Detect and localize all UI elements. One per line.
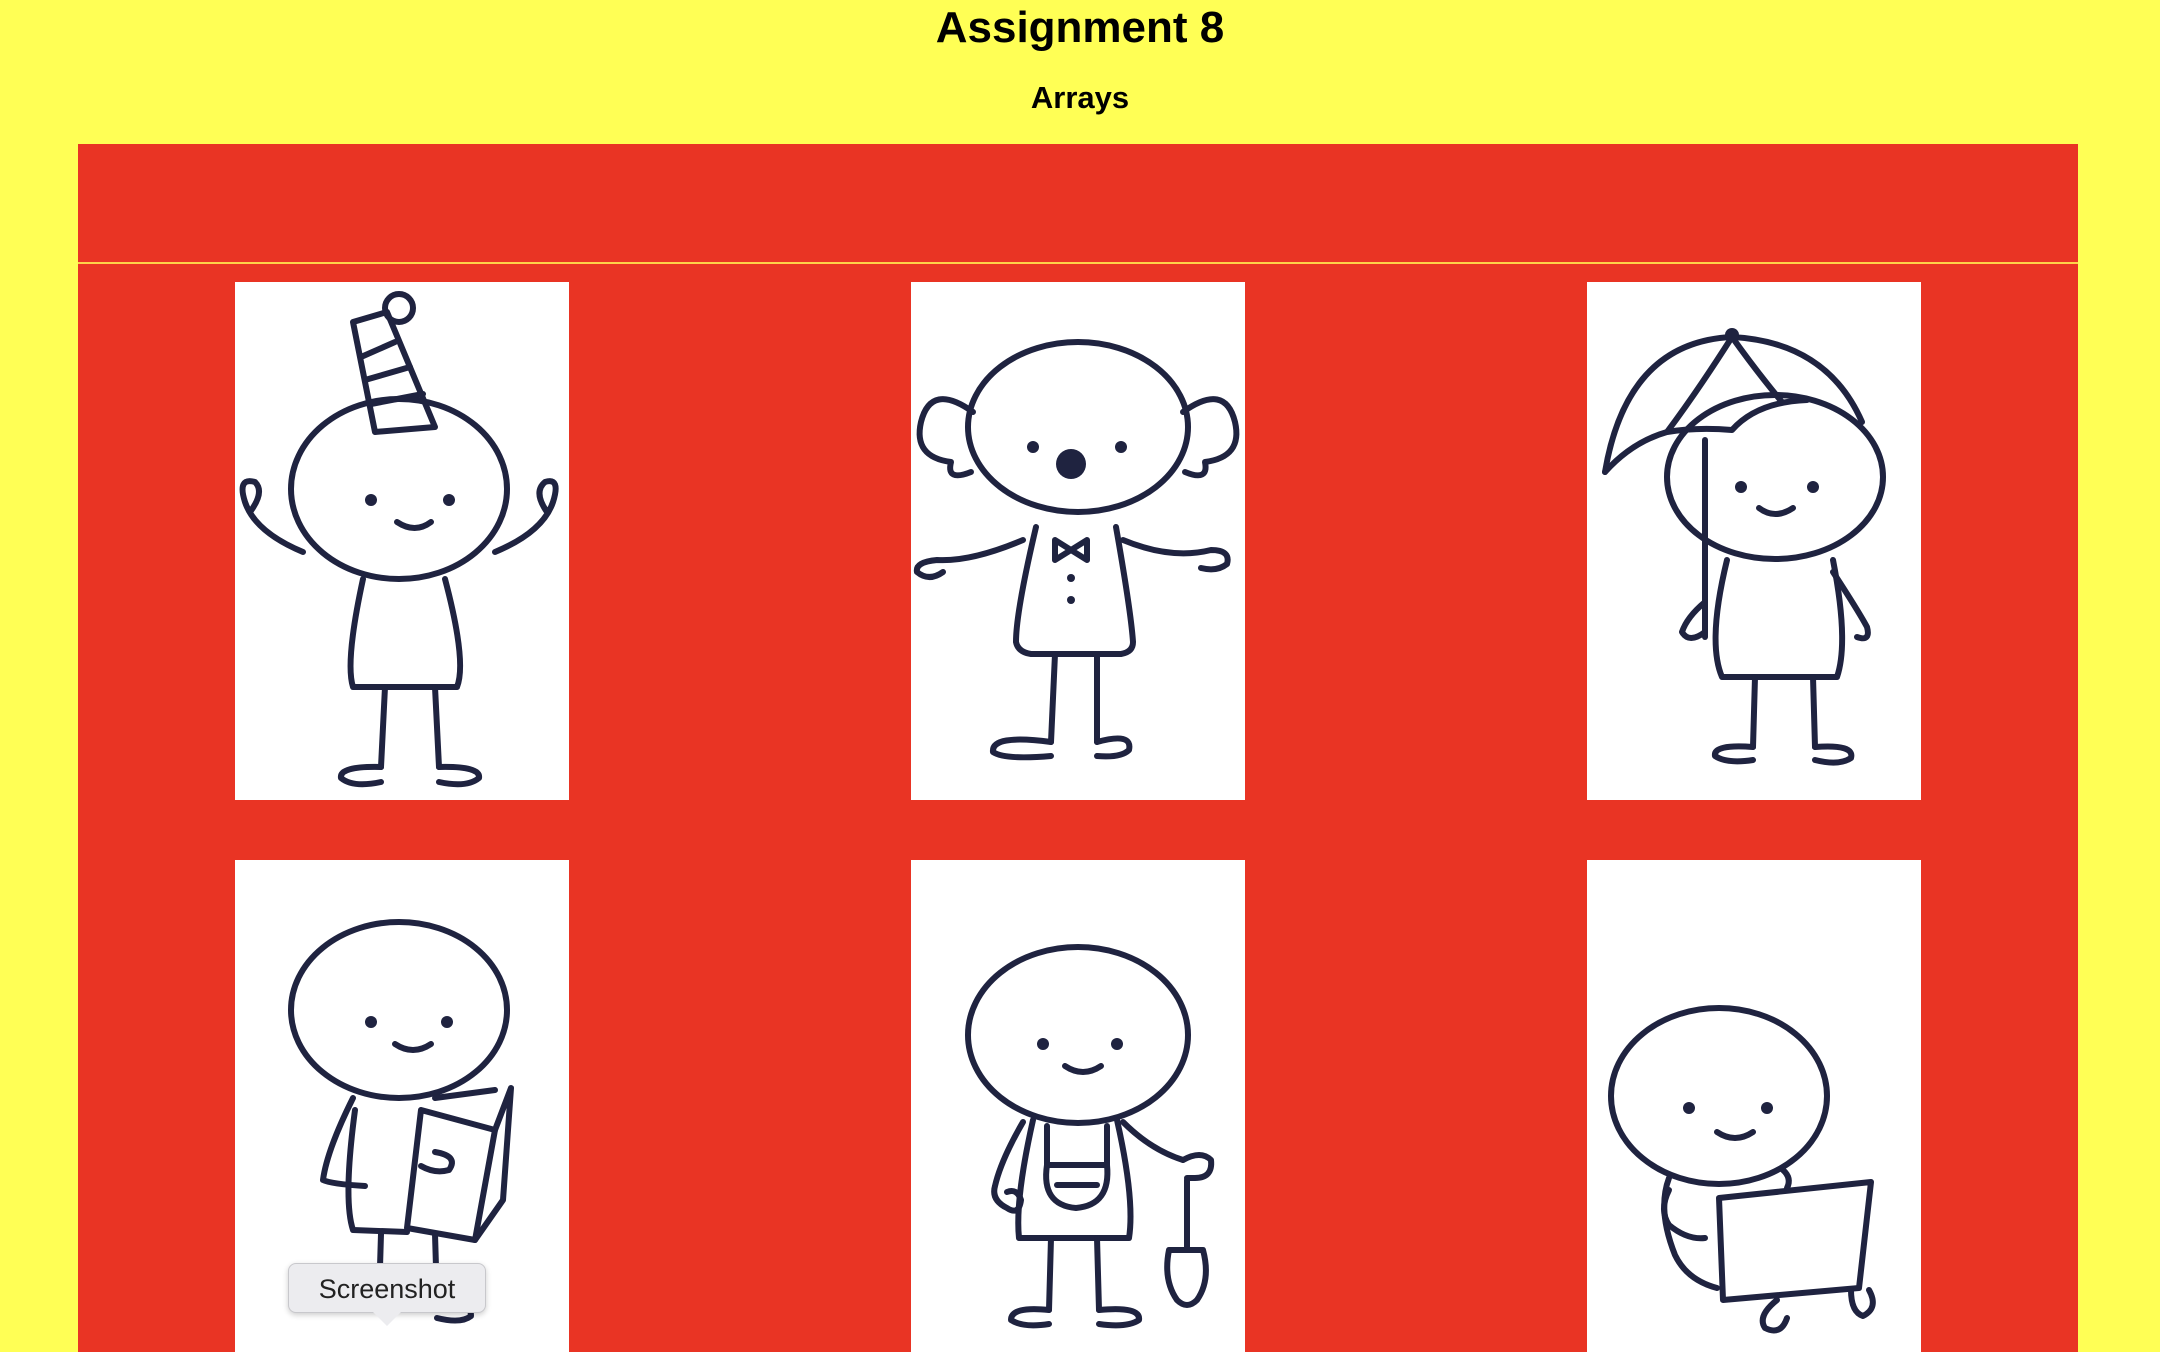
stick-figure-clown-icon [913, 339, 1240, 761]
stick-figure-laptop-icon [1608, 1005, 1876, 1334]
gallery-divider [78, 262, 2078, 264]
clown-figure-image [911, 282, 1245, 800]
stick-figure-party-hat-icon [239, 291, 559, 788]
gallery-panel [78, 144, 2078, 1352]
tooltip-tail [373, 1312, 401, 1326]
page-title: Assignment 8 [935, 3, 1225, 52]
gallery-header-band [78, 144, 2078, 262]
party-hat-figure-image [235, 282, 569, 800]
gardener-figure-image [911, 860, 1245, 1352]
stick-figure-umbrella-icon [1602, 328, 1886, 766]
laptop-figure-image [1587, 860, 1921, 1352]
page-subtitle: Arrays [1030, 80, 1130, 115]
page: Assignment 8 Arrays Screenshot [0, 0, 2160, 1352]
screenshot-tooltip: Screenshot [288, 1263, 486, 1313]
umbrella-figure-image [1587, 282, 1921, 800]
stick-figure-shovel-icon [965, 944, 1215, 1329]
